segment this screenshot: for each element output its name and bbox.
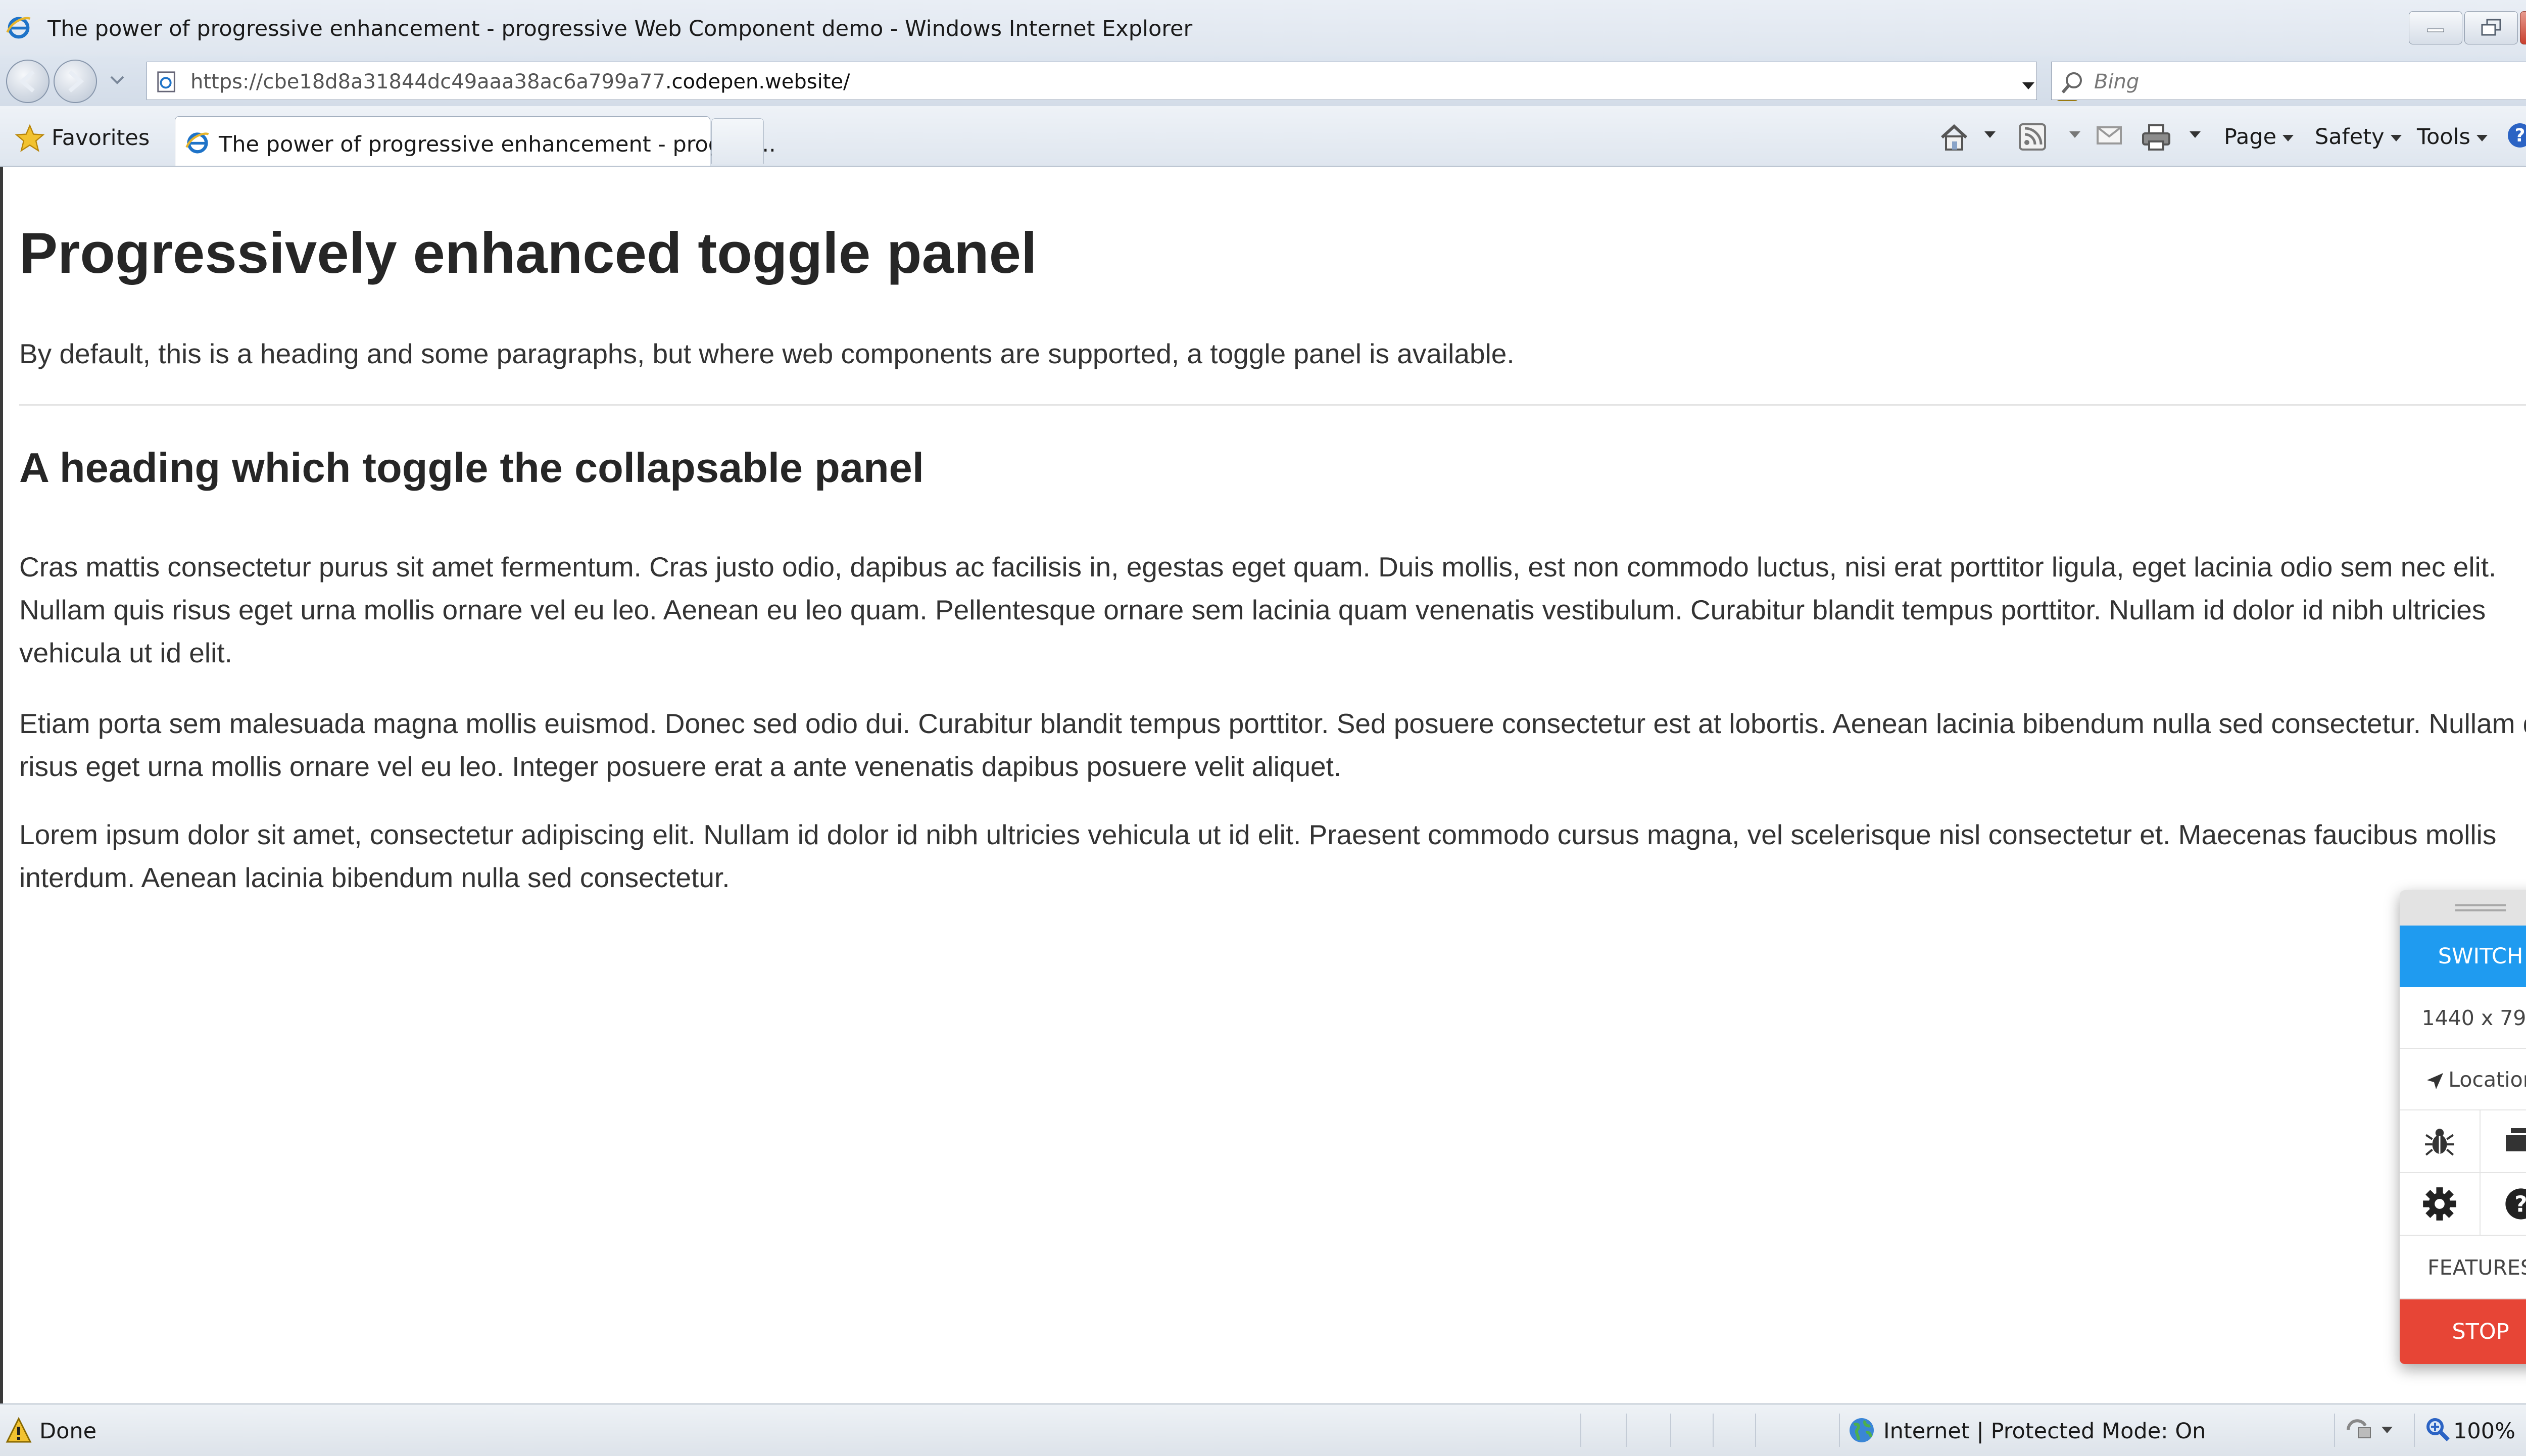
bug-icon xyxy=(2425,1129,2454,1156)
features-button[interactable]: FEATURES xyxy=(2400,1236,2526,1299)
forward-arrow-icon xyxy=(68,70,84,93)
new-tab-button[interactable] xyxy=(711,118,764,164)
page-icon xyxy=(157,71,175,92)
location-arrow-icon xyxy=(2427,1073,2444,1089)
window-title: The power of progressive enhancement - p… xyxy=(47,16,1193,41)
help-menu[interactable]: ? xyxy=(2506,121,2526,150)
tools-menu[interactable]: Tools xyxy=(2417,124,2488,150)
internet-zone-globe-icon xyxy=(1850,1418,1874,1442)
favorites-star-icon[interactable] xyxy=(15,124,44,153)
chevron-down-icon xyxy=(2476,135,2488,141)
print-icon[interactable] xyxy=(2141,123,2171,152)
back-arrow-icon xyxy=(19,70,35,93)
safety-menu[interactable]: Safety xyxy=(2315,124,2402,150)
switch-button[interactable]: SWITCH xyxy=(2400,926,2526,987)
status-divider xyxy=(2414,1414,2415,1447)
responsive-test-widget: SWITCH 1440 x 798 Location xyxy=(2400,890,2526,1364)
screens-icon xyxy=(2504,1128,2526,1153)
tab-current-page[interactable]: The power of progressive enhancement - p… xyxy=(175,116,776,166)
feeds-dropdown-icon[interactable] xyxy=(2069,131,2080,138)
url-text[interactable]: https://cbe18d8a31844dc49aaa38ac6a799a77… xyxy=(190,70,850,93)
location-button[interactable]: Location xyxy=(2400,1049,2526,1110)
panel-paragraph: Etiam porta sem malesuada magna mollis e… xyxy=(19,708,2526,782)
status-divider xyxy=(2334,1414,2335,1447)
toggle-panel-heading[interactable]: A heading which toggle the collapsable p… xyxy=(19,444,924,492)
zoom-level[interactable]: 100% xyxy=(2453,1419,2515,1444)
home-icon[interactable] xyxy=(1939,123,1969,152)
favorites-and-tabs-bar: Favorites The power of progressive enhan… xyxy=(0,106,2526,167)
status-divider xyxy=(1670,1414,1671,1447)
favorites-button[interactable]: Favorites xyxy=(52,125,150,151)
page-menu-label: Page xyxy=(2224,124,2277,150)
address-bar[interactable]: https://cbe18d8a31844dc49aaa38ac6a799a77… xyxy=(147,62,2171,101)
restore-button[interactable] xyxy=(2464,11,2518,44)
zoom-icon[interactable] xyxy=(2425,1417,2450,1442)
drag-grip-line xyxy=(2455,904,2506,906)
address-dropdown-icon[interactable] xyxy=(2021,81,2035,91)
svg-text:?: ? xyxy=(2515,125,2525,146)
url-domain: .codepen.website/ xyxy=(665,70,850,93)
screens-button[interactable] xyxy=(2481,1110,2526,1173)
help-button[interactable]: ? xyxy=(2481,1173,2526,1236)
status-divider xyxy=(1626,1414,1627,1447)
page-content: Progressively enhanced toggle panel By d… xyxy=(0,167,2526,1403)
location-label: Location xyxy=(2448,1067,2526,1092)
status-divider xyxy=(1755,1414,1756,1447)
tab-title: The power of progressive enhancement - p… xyxy=(219,132,776,157)
status-divider xyxy=(1839,1414,1840,1447)
page-menu[interactable]: Page xyxy=(2224,124,2294,150)
protected-mode-icon[interactable] xyxy=(2344,1418,2374,1442)
print-dropdown-icon[interactable] xyxy=(2190,131,2201,138)
title-bar: The power of progressive enhancement - p… xyxy=(0,0,2526,56)
status-bar: Done Internet | Protected Mode: On 100% xyxy=(0,1403,2526,1456)
viewport-size-readout[interactable]: 1440 x 798 xyxy=(2400,987,2526,1049)
widget-drag-handle[interactable] xyxy=(2400,890,2526,926)
horizontal-divider xyxy=(19,404,2526,406)
read-mail-icon[interactable] xyxy=(2097,123,2122,147)
restore-icon xyxy=(2481,19,2501,36)
status-divider xyxy=(1580,1414,1581,1447)
minimize-icon xyxy=(2427,28,2444,32)
navigation-bar: https://cbe18d8a31844dc49aaa38ac6a799a77… xyxy=(0,56,2526,106)
status-text: Done xyxy=(39,1419,97,1444)
svg-text:?: ? xyxy=(2514,1191,2526,1217)
status-divider xyxy=(1713,1414,1714,1447)
protected-mode-dropdown-icon[interactable] xyxy=(2382,1427,2393,1433)
internet-explorer-logo-icon xyxy=(6,17,31,39)
chevron-down-icon xyxy=(2390,135,2402,141)
safety-menu-label: Safety xyxy=(2315,124,2385,150)
panel-paragraph: Cras mattis consectetur purus sit amet f… xyxy=(19,551,2497,668)
back-button[interactable] xyxy=(6,60,50,103)
gear-icon xyxy=(2423,1187,2456,1221)
warning-icon xyxy=(6,1417,32,1443)
stop-button[interactable]: STOP xyxy=(2400,1299,2526,1364)
tools-menu-label: Tools xyxy=(2417,124,2470,150)
panel-paragraph: Lorem ipsum dolor sit amet, consectetur … xyxy=(19,819,2497,893)
internet-explorer-page-icon xyxy=(185,132,209,154)
recent-pages-dropdown-icon[interactable] xyxy=(110,75,124,85)
help-icon: ? xyxy=(2508,123,2526,148)
search-input[interactable]: Bing xyxy=(2094,70,2139,93)
chevron-down-icon xyxy=(2282,135,2294,141)
intro-paragraph: By default, this is a heading and some p… xyxy=(19,338,1515,369)
drag-grip-line xyxy=(2455,909,2506,911)
debug-button[interactable] xyxy=(2400,1110,2481,1173)
security-zone-text[interactable]: Internet | Protected Mode: On xyxy=(1883,1419,2206,1444)
url-prefix: https://cbe18d8a31844dc49aaa38ac6a799a77 xyxy=(190,70,665,93)
close-window-button[interactable] xyxy=(2520,11,2526,44)
page-title: Progressively enhanced toggle panel xyxy=(19,221,1037,285)
forward-button[interactable] xyxy=(54,60,97,103)
search-box[interactable]: Bing xyxy=(2051,62,2526,100)
feeds-icon[interactable] xyxy=(2019,123,2046,151)
search-provider-icon xyxy=(2061,72,2082,93)
home-dropdown-icon[interactable] xyxy=(1984,131,1996,138)
question-mark-icon: ? xyxy=(2505,1188,2526,1220)
settings-button[interactable] xyxy=(2400,1173,2481,1236)
minimize-button[interactable] xyxy=(2409,11,2462,44)
